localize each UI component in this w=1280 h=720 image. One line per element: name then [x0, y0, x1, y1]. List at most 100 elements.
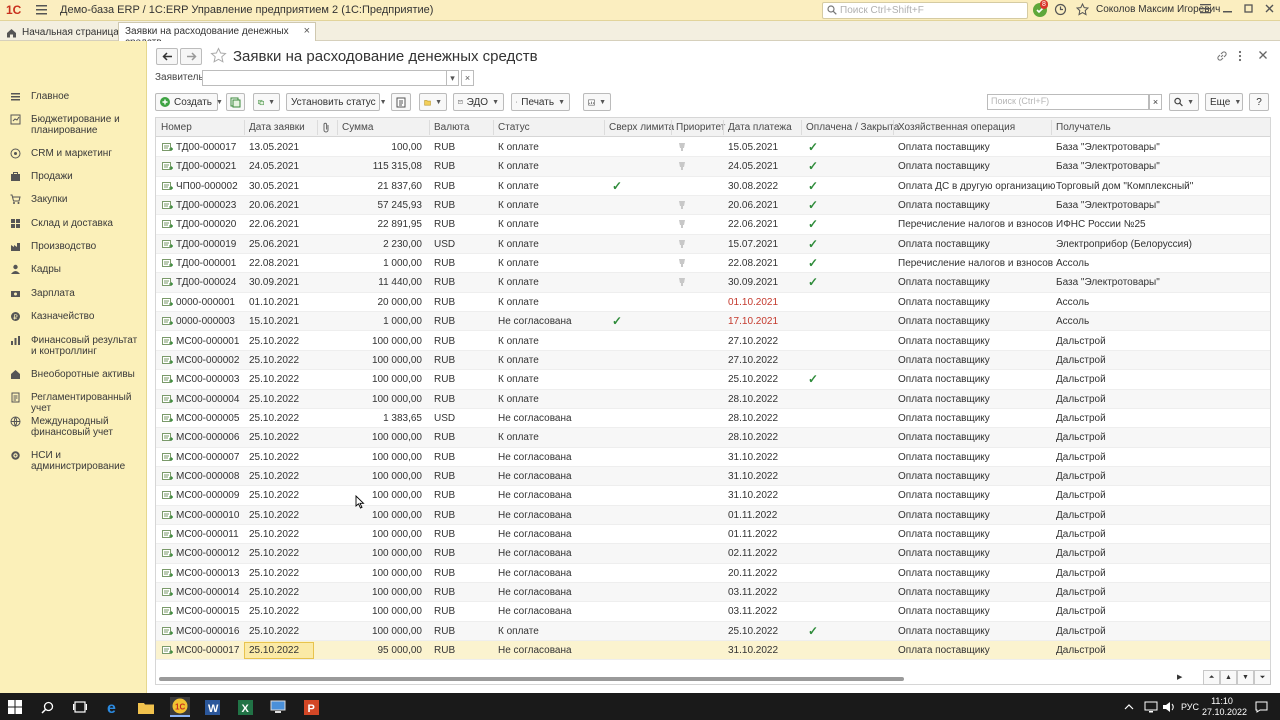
edge-browser-icon[interactable]: e	[104, 698, 122, 716]
column-header-10[interactable]: Хозяйственная операция	[898, 122, 1015, 133]
minimize-icon[interactable]	[1222, 3, 1233, 14]
forward-button[interactable]	[180, 48, 202, 65]
column-header-3[interactable]: Сумма	[342, 122, 373, 133]
history-icon[interactable]	[1054, 3, 1067, 16]
table-row[interactable]: МС00-000001 25.10.2022 100 000,00 RUB К опла…	[156, 332, 1270, 351]
restore-icon[interactable]	[1243, 3, 1254, 14]
scroll-up-button[interactable]: ▲	[1220, 670, 1237, 685]
table-row[interactable]: ТД00-000021 24.05.2021 115 315,08 RUB К опла…	[156, 157, 1270, 177]
table-row[interactable]: МС00-000016 25.10.2022 100 000,00 RUB К опла…	[156, 621, 1270, 642]
column-header-8[interactable]: Дата платежа	[728, 122, 792, 133]
settings-lines-icon[interactable]	[1200, 3, 1211, 14]
search-options-button[interactable]: ▼	[1169, 93, 1199, 111]
table-row[interactable]: МС00-000006 25.10.2022 100 000,00 RUB К опла…	[156, 428, 1270, 448]
scroll-right-icon[interactable]: ▶	[1177, 673, 1182, 681]
table-row[interactable]: 0000-000001 01.10.2021 20 000,00 RUB К оплат…	[156, 293, 1270, 313]
help-button[interactable]: ?	[1249, 93, 1269, 111]
scroll-down-button[interactable]: ▼	[1237, 670, 1254, 685]
table-row[interactable]: ТД00-000019 25.06.2021 2 230,00 USD К оплате…	[156, 234, 1270, 255]
table-row[interactable]: 0000-000003 15.10.2021 1 000,00 RUB Не согла…	[156, 312, 1270, 332]
table-row[interactable]: ТД00-000020 22.06.2021 22 891,95 RUB К оплат…	[156, 215, 1270, 235]
attachments-button[interactable]: ▼	[419, 93, 447, 111]
table-row[interactable]: ЧП00-000002 30.05.2021 21 837,60 RUB К оплат…	[156, 177, 1270, 197]
main-menu-icon[interactable]	[36, 4, 47, 15]
table-row[interactable]: ТД00-000017 13.05.2021 100,00 RUB К оплате 15…	[156, 138, 1270, 158]
favorite-star-icon[interactable]	[210, 47, 227, 64]
table-row[interactable]: ТД00-000023 20.06.2021 57 245,93 RUB К оплат…	[156, 196, 1270, 216]
more-button[interactable]: Еще ▼	[1205, 93, 1243, 111]
table-row[interactable]: МС00-000005 25.10.2022 1 383,65 USD Не согла…	[156, 409, 1270, 429]
windows-start-icon[interactable]	[6, 698, 24, 716]
close-form-icon[interactable]	[1258, 50, 1268, 60]
column-separator[interactable]	[337, 120, 338, 135]
onec-app-icon[interactable]: 1С	[170, 697, 190, 717]
table-row[interactable]: МС00-000010 25.10.2022 100 000,00 RUB Не сог…	[156, 505, 1270, 525]
column-separator[interactable]	[493, 120, 494, 135]
table-row[interactable]: МС00-000003 25.10.2022 100 000,00 RUB К опла…	[156, 370, 1270, 390]
volume-icon[interactable]	[1160, 698, 1178, 716]
print-button[interactable]: Печать ▼	[511, 93, 570, 111]
create-button[interactable]: Создать ▼	[155, 93, 223, 111]
more-vertical-icon[interactable]	[1238, 50, 1242, 62]
column-header-5[interactable]: Статус	[498, 122, 530, 133]
network-icon[interactable]	[1142, 698, 1160, 716]
tray-chevron-icon[interactable]	[1120, 698, 1138, 716]
scrollbar-thumb[interactable]	[159, 677, 904, 681]
link-icon[interactable]	[1216, 50, 1228, 62]
favorites-icon[interactable]	[1076, 3, 1089, 16]
taskbar-search-icon[interactable]	[38, 698, 56, 716]
list-search-clear-icon[interactable]: ×	[1149, 94, 1162, 110]
column-separator[interactable]	[429, 120, 430, 135]
file-explorer-icon[interactable]	[137, 698, 155, 716]
copy-button[interactable]	[226, 93, 245, 111]
column-separator[interactable]	[801, 120, 802, 135]
table-row[interactable]: МС00-000008 25.10.2022 100 000,00 RUB Не сог…	[156, 466, 1270, 487]
column-separator[interactable]	[723, 120, 724, 135]
notification-center-icon[interactable]	[1252, 698, 1270, 716]
scroll-bottom-button[interactable]: ⏷	[1254, 670, 1271, 685]
task-view-icon[interactable]	[71, 698, 89, 716]
create-based-on-button[interactable]: ▼	[253, 93, 280, 111]
document-list-button[interactable]	[391, 93, 411, 111]
column-header-9[interactable]: Оплачена / Закрыта	[806, 122, 899, 133]
table-row[interactable]: МС00-000015 25.10.2022 100 000,00 RUB Не сог…	[156, 602, 1270, 622]
system-clock[interactable]: 11:10 27.10.2022	[1202, 696, 1247, 718]
global-search-input[interactable]: Поиск Ctrl+Shift+F	[822, 2, 1028, 19]
powerpoint-icon[interactable]: P	[302, 698, 320, 716]
table-row[interactable]: МС00-000017 25.10.2022 95 000,00 RUB Не согл…	[156, 641, 1270, 661]
attachment-column-icon[interactable]	[322, 122, 331, 133]
table-row[interactable]: ТД00-000024 30.09.2021 11 440,00 RUB К оплат…	[156, 273, 1270, 293]
column-separator[interactable]	[244, 120, 245, 135]
tab-payment-requests[interactable]: Заявки на расходование денежных средств …	[118, 22, 316, 48]
table-row[interactable]: МС00-000014 25.10.2022 100 000,00 RUB Не сог…	[156, 583, 1270, 603]
edo-button[interactable]: ЭДО ▼	[453, 93, 504, 111]
table-row[interactable]: МС00-000007 25.10.2022 100 000,00 RUB Не сог…	[156, 448, 1270, 467]
input-language[interactable]: РУС	[1181, 702, 1199, 712]
column-header-6[interactable]: Сверх лимита	[609, 122, 674, 133]
applicant-field[interactable]	[202, 70, 459, 86]
column-separator[interactable]	[317, 120, 318, 135]
applicant-clear-icon[interactable]: ×	[461, 70, 474, 86]
table-row[interactable]: МС00-000011 25.10.2022 100 000,00 RUB Не сог…	[156, 525, 1270, 545]
column-separator[interactable]	[604, 120, 605, 135]
table-row[interactable]: МС00-000004 25.10.2022 100 000,00 RUB К опла…	[156, 389, 1270, 409]
column-header-11[interactable]: Получатель	[1056, 122, 1111, 133]
list-search-input[interactable]: Поиск (Ctrl+F)	[987, 94, 1149, 110]
column-header-0[interactable]: Номер	[161, 122, 192, 133]
tab-home[interactable]: Начальная страница	[0, 21, 127, 41]
applicant-dropdown-icon[interactable]: ▾	[446, 70, 459, 86]
column-separator[interactable]	[1051, 120, 1052, 135]
close-window-icon[interactable]	[1264, 3, 1275, 14]
column-header-1[interactable]: Дата заявки	[249, 122, 305, 133]
table-row[interactable]: МС00-000002 25.10.2022 100 000,00 RUB К опла…	[156, 350, 1270, 371]
scroll-top-button[interactable]: ⏶	[1203, 670, 1220, 685]
column-header-4[interactable]: Валюта	[434, 122, 469, 133]
back-button[interactable]	[156, 48, 178, 65]
table-row[interactable]: МС00-000012 25.10.2022 100 000,00 RUB Не сог…	[156, 544, 1270, 564]
set-status-button[interactable]: Установить статус ▼	[286, 93, 387, 111]
remote-desktop-icon[interactable]	[269, 698, 287, 716]
close-tab-icon[interactable]: ×	[304, 25, 310, 37]
column-header-7[interactable]: Приоритет	[676, 122, 725, 133]
word-icon[interactable]: W	[203, 698, 221, 716]
column-separator[interactable]	[671, 120, 672, 135]
